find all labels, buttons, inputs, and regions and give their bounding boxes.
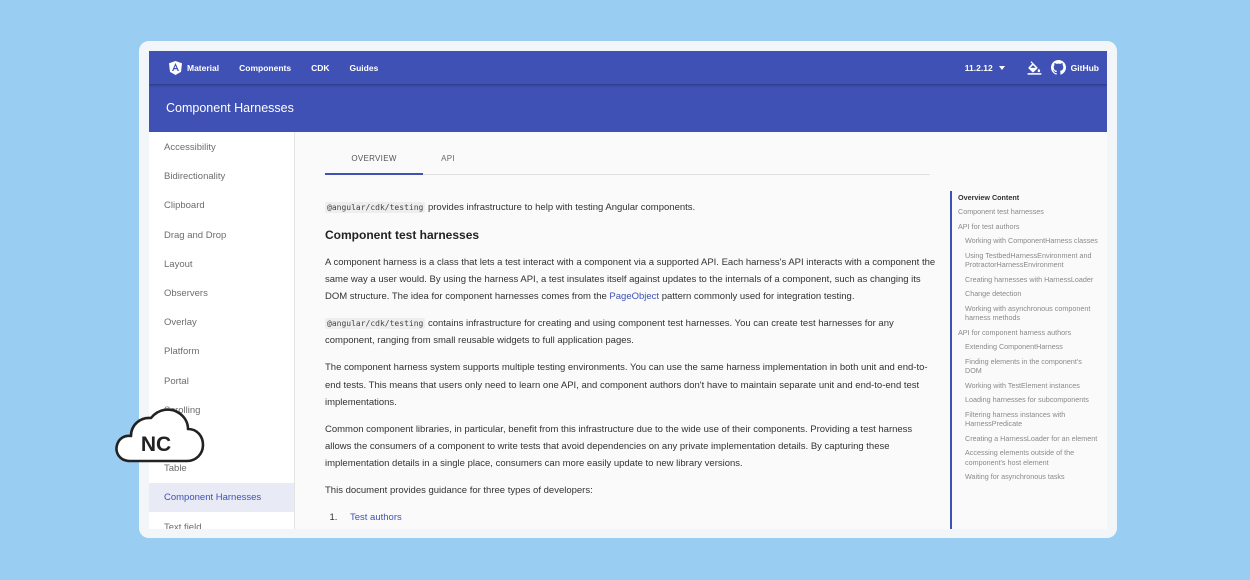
- section-heading: Component test harnesses: [325, 227, 480, 242]
- toc-item[interactable]: Working with TestElement instances: [958, 381, 1100, 391]
- github-link[interactable]: GitHub: [1050, 51, 1107, 84]
- p1-text-after: pattern commonly used for integration te…: [659, 291, 855, 303]
- github-icon: [1050, 60, 1066, 75]
- page-title: Component Harnesses: [166, 101, 294, 115]
- main-content: OVERVIEW API @angular/cdk/testing provid…: [295, 132, 1107, 529]
- sidebar-item-portal[interactable]: Portal: [149, 367, 294, 396]
- toc-item[interactable]: Working with asynchronous component harn…: [958, 304, 1100, 323]
- toc-item[interactable]: Component test harnesses: [958, 207, 1100, 217]
- nc-logo-text: NC: [141, 433, 171, 456]
- sidebar-item-clipboard[interactable]: Clipboard: [149, 191, 294, 220]
- intro-text: provides infrastructure to help with tes…: [425, 202, 696, 213]
- toc-item[interactable]: Loading harnesses for subcomponents: [958, 395, 1100, 405]
- sidebar-nav: Accessibility Bidirectionality Clipboard…: [149, 132, 295, 529]
- inline-code: @angular/cdk/testing: [325, 202, 426, 213]
- sidebar-item-layout[interactable]: Layout: [149, 250, 294, 279]
- toc-item[interactable]: Creating harnesses with HarnessLoader: [958, 275, 1100, 285]
- paint-bucket-icon: [1027, 61, 1042, 75]
- version-select[interactable]: 11.2.12: [957, 51, 1013, 84]
- developer-types-list: Test authors: [325, 509, 937, 526]
- intro-paragraph: @angular/cdk/testing provides infrastruc…: [325, 199, 937, 216]
- doc-tabs: OVERVIEW API: [325, 143, 930, 175]
- nav-components[interactable]: Components: [229, 51, 301, 84]
- toc-item[interactable]: Using TestbedHarnessEnvironment and Prot…: [958, 251, 1100, 270]
- caret-down-icon: [998, 65, 1005, 70]
- toc-item[interactable]: Working with ComponentHarness classes: [958, 236, 1100, 246]
- pageobject-link[interactable]: PageObject: [609, 291, 659, 302]
- material-label: Material: [187, 62, 220, 73]
- toc-item[interactable]: API for component harness authors: [958, 328, 1100, 338]
- paragraph-4: Common component libraries, in particula…: [325, 423, 913, 470]
- tab-api[interactable]: API: [423, 143, 473, 174]
- toc-item[interactable]: Finding elements in the component's DOM: [958, 357, 1100, 376]
- sidebar-item-observers[interactable]: Observers: [149, 279, 294, 308]
- nc-cloud-logo: NC: [115, 408, 205, 463]
- sidebar-item-bidirectionality[interactable]: Bidirectionality: [149, 162, 294, 191]
- paragraph-2: @angular/cdk/testing contains infrastruc…: [325, 315, 937, 350]
- toc-item[interactable]: API for test authors: [958, 222, 1100, 232]
- theme-picker-button[interactable]: [1019, 51, 1051, 84]
- nav-cdk[interactable]: CDK: [301, 51, 339, 84]
- toc-item[interactable]: Extending ComponentHarness: [958, 342, 1100, 352]
- inline-code: @angular/cdk/testing: [325, 318, 426, 330]
- toc-item[interactable]: Filtering harness instances with Harness…: [958, 410, 1100, 429]
- sidebar-item-platform[interactable]: Platform: [149, 337, 294, 366]
- toc-title: Overview Content: [958, 193, 1020, 202]
- tab-overview[interactable]: OVERVIEW: [325, 143, 423, 175]
- list-item: Test authors: [340, 509, 937, 526]
- version-label: 11.2.12: [964, 62, 993, 73]
- github-label: GitHub: [1070, 62, 1099, 73]
- sidebar-item-overlay[interactable]: Overlay: [149, 308, 294, 337]
- test-authors-link[interactable]: Test authors: [350, 512, 402, 523]
- paragraph-5: This document provides guidance for thre…: [325, 485, 593, 497]
- toc-item[interactable]: Change detection: [958, 289, 1100, 299]
- article: @angular/cdk/testing provides infrastruc…: [325, 199, 937, 526]
- toc-item[interactable]: Accessing elements outside of the compon…: [958, 448, 1100, 467]
- docs-window: Material Components CDK Guides 11.2.12 G…: [149, 51, 1107, 529]
- angular-logo-icon: [169, 60, 182, 75]
- page-header: Component Harnesses: [149, 84, 1107, 132]
- paragraph-3: The component harness system supports mu…: [325, 362, 928, 408]
- toc-item[interactable]: Creating a HarnessLoader for an element: [958, 434, 1100, 444]
- paragraph-1: A component harness is a class that lets…: [325, 254, 937, 306]
- nav-guides[interactable]: Guides: [340, 51, 389, 84]
- sidebar-item-component-harnesses[interactable]: Component Harnesses: [149, 483, 294, 513]
- sidebar-item-accessibility[interactable]: Accessibility: [149, 133, 294, 162]
- top-navbar: Material Components CDK Guides 11.2.12 G…: [149, 51, 1107, 84]
- toc-item[interactable]: Waiting for asynchronous tasks: [958, 472, 1100, 482]
- sidebar-item-text-field[interactable]: Text field: [149, 512, 294, 529]
- table-of-contents: Overview Content Component test harnesse…: [950, 191, 1100, 529]
- material-home-link[interactable]: Material: [149, 51, 229, 84]
- sidebar-item-drag-and-drop[interactable]: Drag and Drop: [149, 221, 294, 250]
